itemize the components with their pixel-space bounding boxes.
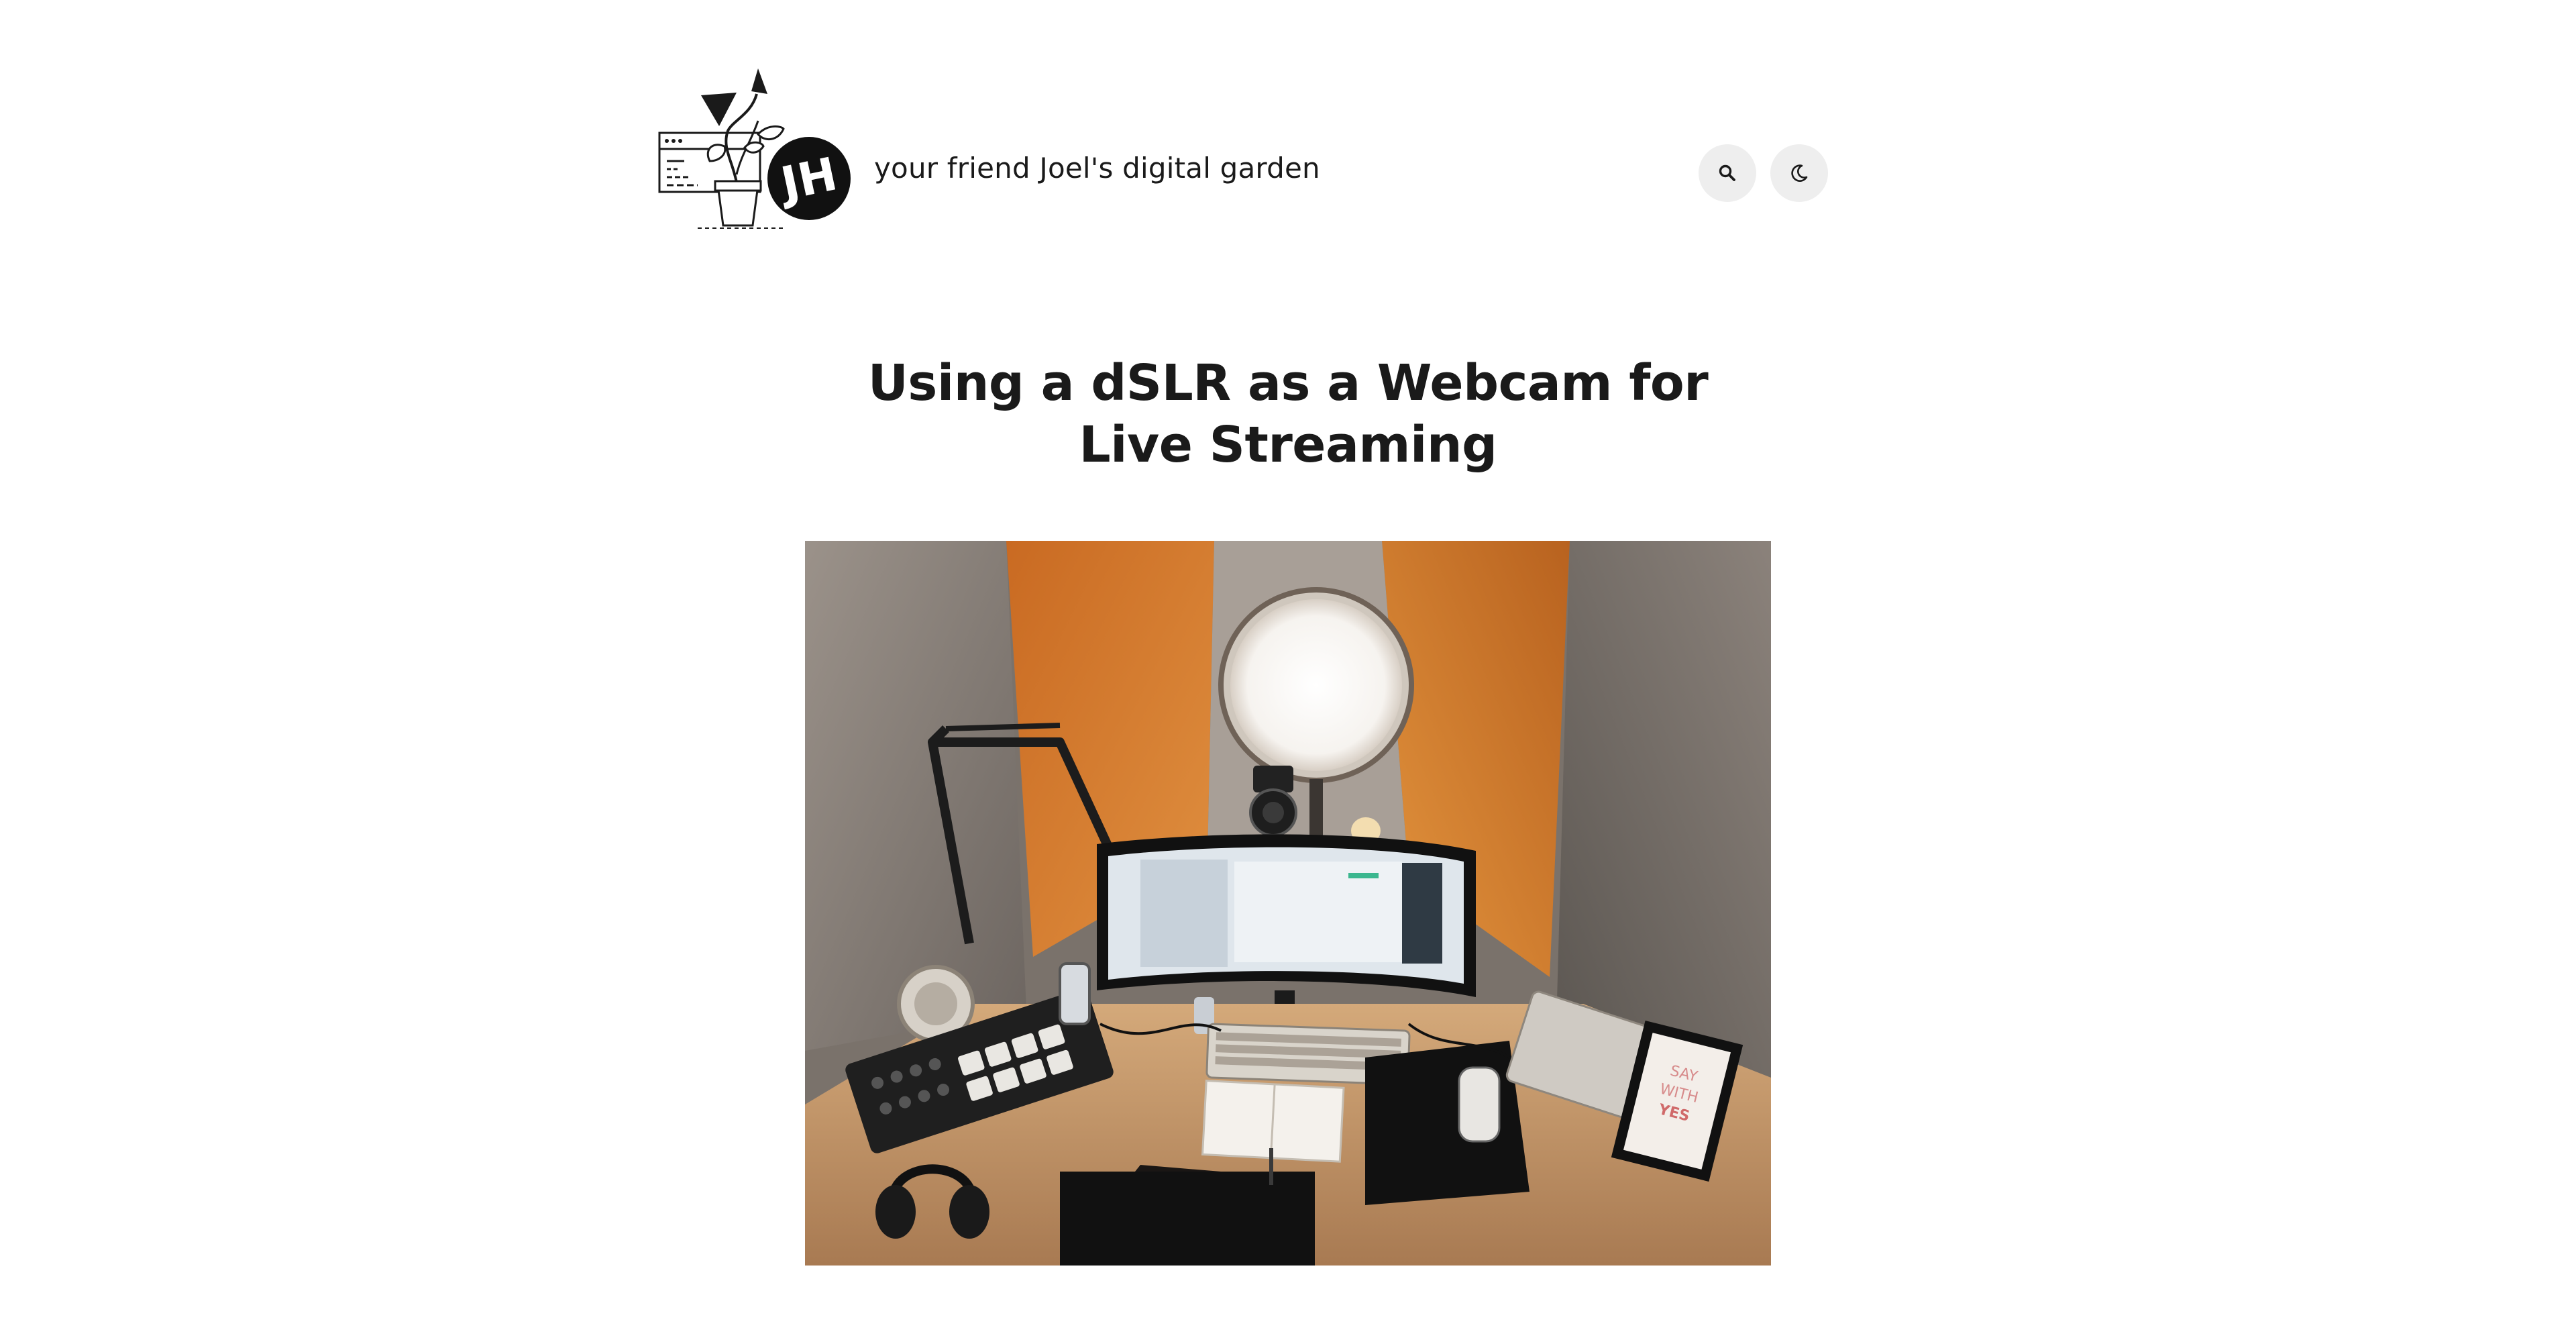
site-header: JH your friend Joel's digital garden xyxy=(657,67,1828,231)
search-button[interactable] xyxy=(1699,144,1756,202)
site-logo-link[interactable]: JH xyxy=(657,67,859,231)
page: JH your friend Joel's digital garden Usi… xyxy=(0,0,2576,1342)
search-icon xyxy=(1719,164,1735,181)
moon-icon xyxy=(1791,164,1808,182)
site-tagline: your friend Joel's digital garden xyxy=(874,152,1320,185)
theme-toggle-button[interactable] xyxy=(1770,144,1828,202)
hero-image: SAY WITH YES xyxy=(805,541,1771,1266)
plant-logo-icon: JH xyxy=(658,68,851,229)
post-title: Using a dSLR as a Webcam for Live Stream… xyxy=(867,354,1709,474)
